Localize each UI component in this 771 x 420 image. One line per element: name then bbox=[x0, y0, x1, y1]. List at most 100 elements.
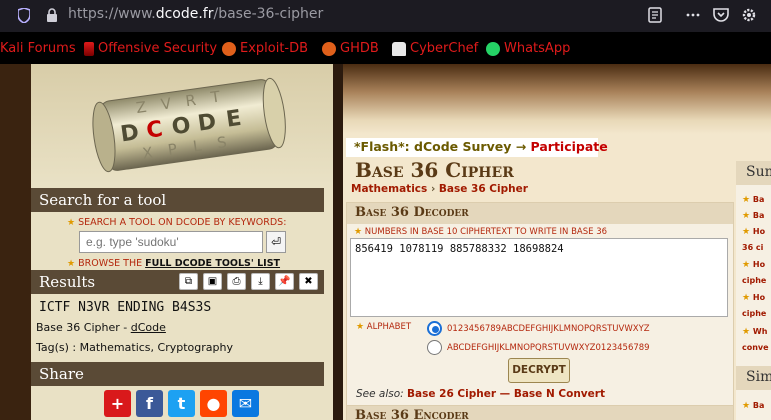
flash-text: *Flash*: dCode Survey → bbox=[354, 139, 531, 154]
share-heading: Share bbox=[31, 362, 324, 386]
summary-line-text: Ho bbox=[752, 227, 766, 236]
alphabet-radio-1[interactable] bbox=[427, 321, 442, 336]
print-icon[interactable]: ⎙ bbox=[227, 273, 246, 290]
star-icon: ★ bbox=[742, 195, 751, 205]
url-prefix: https://www. bbox=[68, 6, 156, 22]
see-also-basen-link[interactable]: Base N Convert bbox=[514, 388, 605, 400]
flash-banner: *Flash*: dCode Survey → Participate bbox=[346, 138, 608, 157]
tracking-shield-icon[interactable] bbox=[18, 8, 30, 23]
lock-icon[interactable] bbox=[46, 8, 58, 22]
alphabet-label: ★ ALPHABET bbox=[356, 322, 411, 332]
reader-view-icon[interactable] bbox=[646, 6, 664, 24]
bookmark-kali-forums[interactable]: Kali Forums bbox=[0, 41, 76, 56]
bookmark-cyberchef[interactable]: CyberChef bbox=[392, 41, 478, 56]
url-path: /base-36-cipher bbox=[213, 6, 324, 22]
copy-icon[interactable]: ⧉ bbox=[179, 273, 198, 290]
star-icon: ★ bbox=[742, 327, 751, 337]
summary-line[interactable]: conve bbox=[742, 343, 769, 352]
bookmark-ghdb[interactable]: GHDB bbox=[322, 41, 379, 56]
browse-tools-line: ★ BROWSE THE FULL DCODE TOOLS' LIST bbox=[67, 258, 280, 269]
svg-text:C: C bbox=[145, 117, 164, 144]
result-source: Base 36 Cipher - dCode bbox=[36, 321, 166, 334]
similar-heading: Sim bbox=[736, 366, 771, 390]
encoder-box: Base 36 Encoder bbox=[346, 405, 734, 420]
result-value: ICTF N3VR ENDING B4S3S bbox=[39, 300, 212, 315]
star-icon: ★ bbox=[356, 322, 365, 332]
cryptex-logo-image: ZVRT XPLS DCODE bbox=[92, 77, 286, 173]
see-also-label: See also: bbox=[356, 388, 408, 400]
star-icon: ★ bbox=[742, 227, 751, 237]
url-text[interactable]: https://www.dcode.fr/base-36-cipher bbox=[68, 6, 323, 22]
summary-line-text: Ho bbox=[752, 260, 766, 269]
dcode-link[interactable]: dCode bbox=[131, 321, 166, 334]
alphabet-option-2[interactable]: ABCDEFGHIJKLMNOPQRSTUVWXYZ0123456789 bbox=[447, 343, 650, 353]
alphabet-option-1[interactable]: 0123456789ABCDEFGHIJKLMNOPQRSTUVWXYZ bbox=[447, 324, 650, 334]
summary-line[interactable]: ★ Ba bbox=[742, 211, 764, 221]
cyberchef-icon bbox=[392, 41, 406, 56]
summary-line[interactable]: ★ Ho bbox=[742, 260, 765, 270]
summary-line-text: Wh bbox=[752, 327, 768, 336]
browse-prefix: BROWSE THE bbox=[78, 258, 146, 269]
bookmark-label: Offensive Security bbox=[98, 41, 218, 56]
numbers-label: ★ NUMBERS IN BASE 10 CIPHERTEXT TO WRITE… bbox=[354, 227, 607, 237]
star-icon: ★ bbox=[67, 259, 76, 269]
settings-gear-icon[interactable] bbox=[740, 6, 758, 24]
summary-line[interactable]: ciphe bbox=[742, 309, 766, 318]
save-icon[interactable]: ▣ bbox=[203, 273, 222, 290]
summary-column: Sum ★ Ba ★ Ba ★ Ho 36 ci ★ Ho ciphe ★ Ho… bbox=[736, 161, 771, 420]
bookmark-offensive-security[interactable]: Offensive Security bbox=[84, 41, 217, 56]
summary-line-text: ciphe bbox=[742, 309, 767, 318]
extensions-icon[interactable] bbox=[684, 6, 702, 24]
summary-line[interactable]: 36 ci bbox=[742, 243, 763, 252]
search-submit-button[interactable]: ⏎ bbox=[266, 231, 286, 253]
star-icon: ★ bbox=[742, 211, 751, 221]
bookmark-exploit-db[interactable]: Exploit-DB bbox=[222, 41, 308, 56]
breadcrumb: Mathematics › Base 36 Cipher bbox=[351, 183, 528, 195]
pocket-icon[interactable] bbox=[712, 6, 730, 24]
share-plus-icon[interactable]: + bbox=[104, 390, 131, 417]
summary-line-text: ciphe bbox=[742, 276, 767, 285]
summary-line[interactable]: ★ Ho bbox=[742, 227, 765, 237]
parchment-edge bbox=[343, 64, 771, 134]
page-title: Base 36 Cipher bbox=[355, 158, 514, 182]
star-icon: ★ bbox=[354, 227, 363, 237]
pin-icon[interactable]: 📌 bbox=[275, 273, 294, 290]
enter-arrow-icon: ⏎ bbox=[270, 235, 282, 249]
left-sidebar: ZVRT XPLS DCODE Search for a tool ★ SEAR… bbox=[31, 64, 333, 420]
summary-line[interactable]: ciphe bbox=[742, 276, 766, 285]
decrypt-button[interactable]: DECRYPT bbox=[508, 358, 570, 383]
summary-line-text: conve bbox=[742, 343, 769, 352]
search-hint-text: SEARCH A TOOL ON DCODE BY KEYWORDS: bbox=[78, 217, 287, 228]
see-also-separator: — bbox=[496, 388, 514, 400]
breadcrumb-base-36[interactable]: Base 36 Cipher bbox=[439, 183, 528, 195]
star-icon: ★ bbox=[742, 401, 751, 411]
summary-line[interactable]: ★ Wh bbox=[742, 327, 767, 337]
svg-text:D: D bbox=[196, 109, 218, 136]
alphabet-label-text: ALPHABET bbox=[366, 322, 412, 332]
url-domain: dcode.fr bbox=[155, 6, 214, 22]
breadcrumb-mathematics[interactable]: Mathematics bbox=[351, 183, 427, 195]
search-input[interactable] bbox=[79, 231, 263, 253]
twitter-icon[interactable]: t bbox=[168, 390, 195, 417]
similar-line-text: Ba bbox=[752, 401, 765, 410]
email-icon[interactable]: ✉ bbox=[232, 390, 259, 417]
reddit-icon[interactable]: ● bbox=[200, 390, 227, 417]
full-tools-list-link[interactable]: FULL DCODE TOOLS' LIST bbox=[145, 258, 280, 269]
participate-link[interactable]: Participate bbox=[531, 139, 608, 154]
alphabet-radio-2[interactable] bbox=[427, 340, 442, 355]
close-icon[interactable]: ✖ bbox=[299, 273, 318, 290]
facebook-icon[interactable]: f bbox=[136, 390, 163, 417]
summary-line-text: Ba bbox=[752, 195, 765, 204]
search-tool-heading: Search for a tool bbox=[31, 188, 324, 212]
whatsapp-icon bbox=[486, 41, 500, 56]
dcode-logo[interactable]: ZVRT XPLS DCODE bbox=[31, 64, 333, 184]
download-icon[interactable]: ⤓ bbox=[251, 273, 270, 290]
bookmark-label: GHDB bbox=[340, 41, 379, 56]
summary-line[interactable]: ★ Ho bbox=[742, 293, 765, 303]
similar-line[interactable]: ★ Ba bbox=[742, 401, 764, 411]
bookmark-label: Exploit-DB bbox=[240, 41, 309, 56]
ciphertext-textarea[interactable]: 856419 1078119 885788332 18698824 bbox=[350, 238, 728, 317]
summary-line[interactable]: ★ Ba bbox=[742, 195, 764, 205]
bookmark-whatsapp[interactable]: WhatsApp bbox=[486, 41, 570, 56]
see-also-base26-link[interactable]: Base 26 Cipher bbox=[407, 388, 496, 400]
